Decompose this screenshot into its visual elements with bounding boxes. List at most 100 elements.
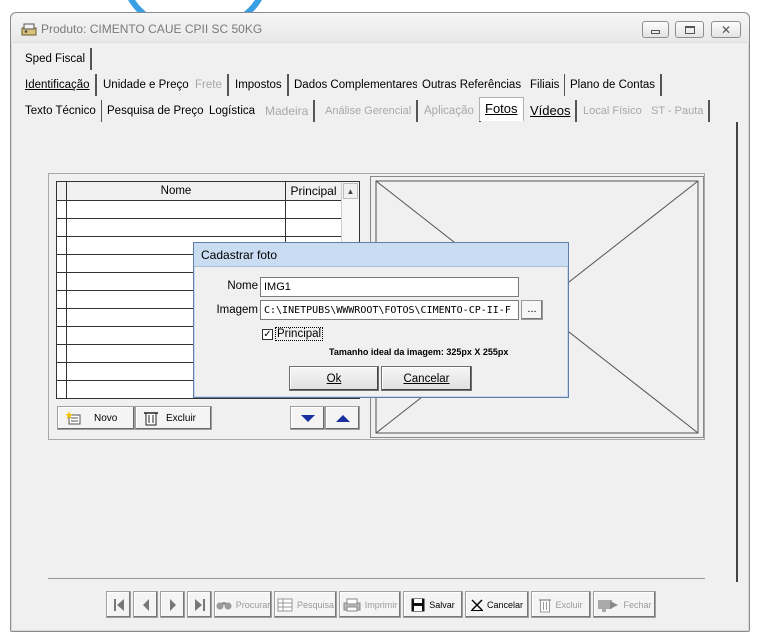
salvar-button[interactable]: Salvar — [403, 591, 463, 618]
salvar-label: Salvar — [429, 599, 455, 610]
tab-st-pauta: ST - Pauta — [646, 100, 711, 122]
trash-icon — [144, 412, 158, 426]
cancelar-toolbar-button[interactable]: Cancelar — [465, 591, 529, 618]
tab-logistica[interactable]: Logística — [204, 100, 263, 122]
trash-icon — [539, 598, 552, 612]
minimize-icon — [651, 29, 660, 34]
tab-fotos[interactable]: Fotos — [479, 97, 524, 121]
tab-filiais[interactable]: Filiais — [525, 74, 567, 96]
cell-nome[interactable] — [67, 201, 286, 218]
next-icon — [169, 598, 176, 611]
tab-label: Pesquisa de Preço — [107, 105, 204, 117]
imagem-input[interactable]: C:\INETPUBS\WWWROOT\FOTOS\CIMENTO-CP-II-… — [260, 300, 519, 320]
next-record-button[interactable] — [160, 591, 185, 618]
row-indicator — [57, 255, 67, 272]
binoculars-icon — [216, 601, 232, 609]
tab-label: Análise Gerencial — [325, 105, 412, 117]
move-down-button[interactable] — [290, 406, 325, 430]
toolbar-divider — [48, 578, 705, 579]
row-indicator — [57, 291, 67, 308]
last-record-icon — [194, 598, 205, 611]
tab-label: Sped Fiscal — [25, 53, 86, 65]
table-row[interactable] — [57, 219, 341, 237]
tab-impostos[interactable]: Impostos — [230, 74, 289, 96]
tab-label: Dados Complementares — [294, 79, 419, 91]
principal-checkbox[interactable]: ✓ — [262, 329, 273, 340]
fechar-label: Fechar — [623, 599, 652, 610]
tab-unidade-preco[interactable]: Unidade e Preço — [98, 74, 196, 96]
cancel-x-icon — [470, 599, 483, 611]
dialog-title: Cadastrar foto — [194, 243, 568, 267]
row-indicator — [57, 201, 67, 218]
cancelar-dialog-button[interactable]: Cancelar — [381, 366, 472, 391]
nome-input[interactable]: IMG1 — [260, 277, 519, 297]
browse-button[interactable]: ... — [521, 300, 543, 320]
excluir-toolbar-label: Excluir — [555, 599, 583, 610]
tab-analise-gerencial: Análise Gerencial — [320, 100, 419, 122]
table-row[interactable] — [57, 201, 341, 219]
cancelar-toolbar-label: Cancelar — [486, 599, 524, 610]
tab-label: Aplicação — [424, 105, 474, 117]
new-record-icon — [66, 411, 81, 425]
maximize-icon — [684, 25, 695, 34]
tab-label: Logística — [209, 105, 256, 117]
move-up-button[interactable] — [325, 406, 360, 430]
title-bar: Produto: CIMENTO CAUE CPII SC 50KG ✕ — [11, 13, 749, 43]
tab-identificacao[interactable]: Identificação — [20, 74, 97, 96]
first-record-button[interactable] — [106, 591, 131, 618]
row-indicator — [57, 273, 67, 290]
image-size-hint: Tamanho ideal da imagem: 325px X 255px — [329, 347, 509, 357]
floppy-disk-icon — [411, 598, 425, 611]
minimize-button[interactable] — [642, 21, 669, 38]
tab-pesquisa-preco[interactable]: Pesquisa de Preço — [102, 100, 211, 122]
excluir-label: Excluir — [166, 412, 197, 424]
ok-button[interactable]: Ok — [289, 366, 379, 391]
last-record-button[interactable] — [187, 591, 212, 618]
cancelar-label: Cancelar — [403, 372, 450, 385]
tab-plano-contas[interactable]: Plano de Contas — [565, 74, 663, 96]
imagem-label: Imagem — [216, 304, 258, 316]
tab-label: Vídeos — [530, 103, 571, 118]
tab-label: Identificação — [25, 79, 90, 91]
excluir-toolbar-button[interactable]: Excluir — [531, 591, 591, 618]
tab-sped-fiscal[interactable]: Sped Fiscal — [20, 48, 93, 70]
excluir-grid-button[interactable]: Excluir — [135, 406, 212, 430]
procurar-button[interactable]: Procurar — [214, 591, 272, 618]
procurar-label: Procurar — [235, 599, 271, 610]
tab-label: Unidade e Preço — [103, 79, 189, 91]
row-indicator — [57, 237, 67, 254]
maximize-button[interactable] — [675, 21, 704, 38]
close-button[interactable]: ✕ — [711, 21, 741, 38]
column-header-principal[interactable]: Principal — [286, 182, 341, 200]
pesquisa-label: Pesquisa — [296, 599, 335, 610]
principal-checkbox-label[interactable]: Principal — [275, 327, 324, 341]
exit-icon — [598, 599, 619, 612]
tab-outras-referencias[interactable]: Outras Referências — [417, 74, 529, 96]
cell-nome[interactable] — [67, 219, 286, 236]
column-header-nome[interactable]: Nome — [67, 182, 286, 200]
tab-label: Frete — [195, 79, 222, 91]
tab-label: Impostos — [235, 79, 282, 91]
imprimir-button[interactable]: Imprimir — [339, 591, 401, 618]
cell-principal[interactable] — [286, 219, 341, 236]
fechar-button[interactable]: Fechar — [593, 591, 656, 618]
previous-record-button[interactable] — [133, 591, 158, 618]
tab-label: Local Físico — [583, 105, 642, 117]
tab-videos[interactable]: Vídeos — [525, 100, 578, 122]
scroll-up-button[interactable]: ▲ — [343, 183, 358, 199]
app-icon — [21, 23, 37, 36]
tab-texto-tecnico[interactable]: Texto Técnico — [20, 100, 103, 122]
arrow-down-icon — [300, 414, 315, 422]
cell-principal[interactable] — [286, 201, 341, 218]
tab-label: Outras Referências — [422, 79, 522, 91]
tab-label: Texto Técnico — [25, 105, 96, 117]
row-indicator — [57, 345, 67, 362]
tab-dados-complementares[interactable]: Dados Complementares — [289, 74, 426, 96]
first-record-icon — [113, 598, 124, 611]
row-indicator — [57, 363, 67, 380]
tab-label: Filiais — [530, 79, 560, 91]
pesquisa-button[interactable]: Pesquisa — [274, 591, 337, 618]
row-indicator — [57, 309, 67, 326]
nome-label: Nome — [227, 280, 258, 292]
novo-button[interactable]: Novo — [57, 406, 135, 430]
